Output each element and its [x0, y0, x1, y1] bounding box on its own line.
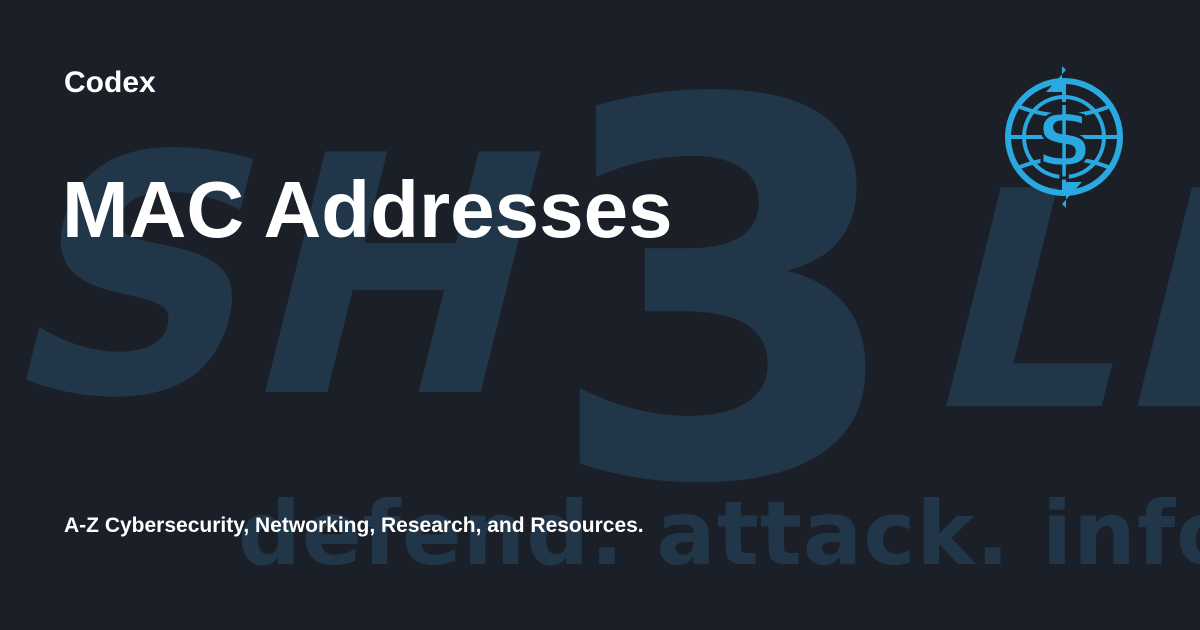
social-card: SH LL 3 defend. attack. inform. Codex MA…: [0, 0, 1200, 630]
svg-text:$: $: [1035, 91, 1092, 186]
page-subtitle: A-Z Cybersecurity, Networking, Research,…: [64, 514, 644, 537]
brand-name: Codex: [64, 66, 156, 99]
background-wordmark-sh: SH: [0, 87, 587, 471]
dollar-globe-icon: $: [1005, 66, 1123, 208]
page-title: MAC Addresses: [62, 165, 673, 254]
